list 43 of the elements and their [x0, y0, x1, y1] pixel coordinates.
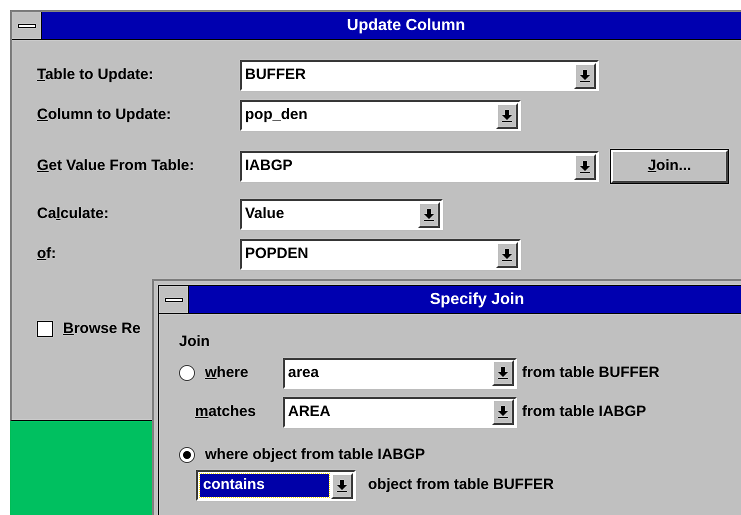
down-arrow-icon [580, 160, 590, 172]
radio-button[interactable] [179, 446, 195, 463]
dropdown-arrow-button[interactable] [331, 472, 353, 498]
field-label: of: [37, 244, 58, 264]
join-button[interactable]: Join... [611, 150, 728, 183]
dropdown-arrow-button[interactable] [492, 399, 514, 425]
dropdown-field[interactable]: BUFFER [240, 60, 599, 91]
down-arrow-icon [580, 70, 590, 82]
dropdown-field[interactable]: pop_den [240, 100, 521, 131]
matches-label: matches [195, 402, 257, 422]
down-arrow-icon [502, 110, 512, 122]
checkbox[interactable] [37, 321, 53, 338]
down-arrow-icon [498, 367, 508, 379]
radio-label: where [205, 362, 250, 383]
dropdown-arrow-button[interactable] [574, 154, 596, 180]
dropdown-field[interactable]: Value [240, 199, 443, 230]
table-note: from table BUFFER [522, 362, 660, 383]
radio-label: where object from table IABGP [205, 444, 426, 464]
dropdown-field[interactable]: AREA [283, 396, 517, 428]
down-arrow-icon [337, 480, 347, 492]
window-title: Update Column [346, 16, 466, 36]
table-note: object from table BUFFER [368, 475, 554, 496]
window-title: Specify Join [430, 290, 524, 310]
dropdown-arrow-button[interactable] [418, 202, 440, 228]
down-arrow-icon [502, 248, 512, 260]
dropdown-field[interactable]: POPDEN [240, 239, 521, 270]
field-label: Column to Update: [37, 105, 172, 126]
field-label: Table to Update: [37, 65, 154, 86]
dropdown-arrow-button[interactable] [496, 102, 518, 128]
dropdown-field[interactable]: area [283, 358, 517, 388]
dropdown-field[interactable]: contains [196, 470, 356, 501]
table-note: from table IABGP [522, 402, 646, 422]
field-label: Calculate: [37, 204, 110, 224]
radio-button[interactable] [179, 365, 195, 381]
group-label: Join [179, 332, 211, 352]
down-arrow-icon [424, 208, 434, 220]
dropdown-arrow-button[interactable] [574, 62, 596, 88]
dropdown-arrow-button[interactable] [496, 242, 518, 268]
checkbox-label: Browse Re [63, 319, 141, 339]
down-arrow-icon [498, 406, 508, 418]
dropdown-field[interactable]: IABGP [240, 151, 599, 182]
dropdown-arrow-button[interactable] [492, 360, 514, 386]
field-label: Get Value From Table: [37, 156, 196, 176]
